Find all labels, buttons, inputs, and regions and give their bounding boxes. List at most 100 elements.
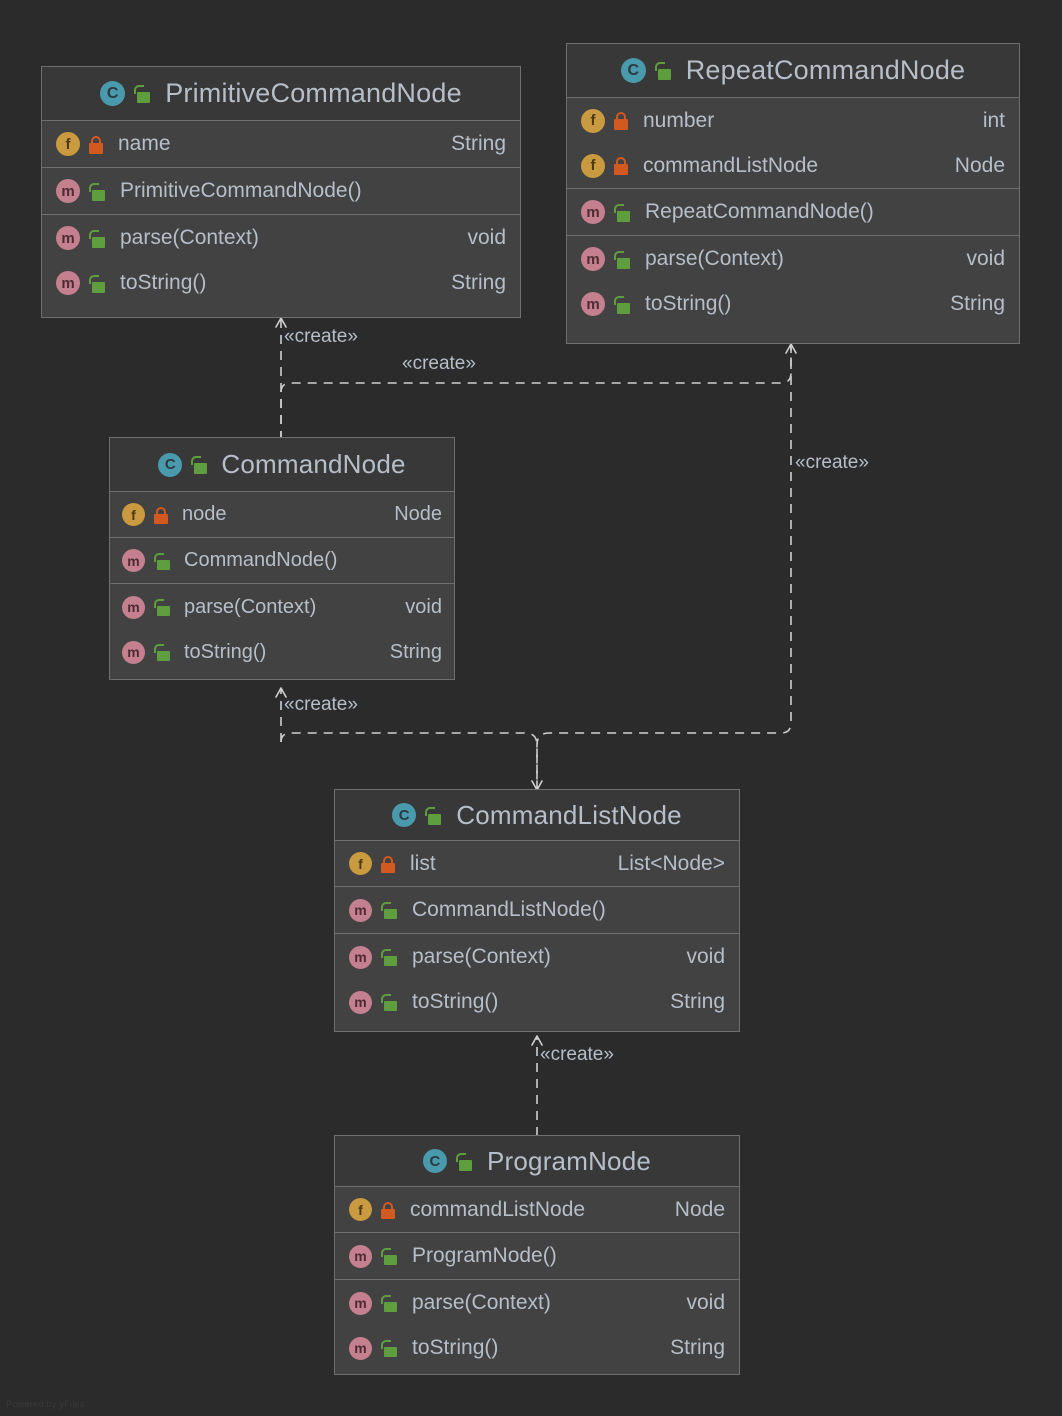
watermark: Powered by yFiles — [6, 1399, 85, 1409]
method-type: void — [966, 247, 1005, 270]
edge-junction-to-commandlistnode — [280, 732, 543, 791]
public-lock-icon — [191, 455, 208, 474]
field-icon: f — [349, 1198, 372, 1221]
method-name: parse(Context) — [412, 945, 551, 968]
method-icon: m — [56, 271, 80, 295]
edge-label-create-primitivecommandnode: «create» — [284, 326, 358, 347]
methods-section-commandlistnode: m parse(Context) void m toString() Strin… — [335, 934, 739, 1024]
field-name: number — [643, 108, 715, 132]
public-lock-icon — [154, 552, 171, 570]
method-row[interactable]: m toString() String — [335, 1326, 739, 1370]
public-lock-icon — [614, 295, 631, 314]
field-type: List<Node> — [617, 851, 725, 875]
method-name: toString() — [412, 990, 499, 1013]
method-type: void — [405, 595, 442, 618]
field-type: int — [982, 108, 1005, 132]
method-name: parse(Context) — [120, 226, 259, 249]
field-row[interactable]: f node Node — [110, 492, 454, 537]
constructor-name: ProgramNode() — [412, 1244, 557, 1267]
public-lock-icon — [154, 643, 171, 661]
method-icon: m — [581, 200, 605, 224]
class-box-programnode[interactable]: C ProgramNode f commandListNode Node m P… — [334, 1135, 740, 1375]
method-row[interactable]: m parse(Context) void — [335, 1280, 739, 1326]
constructor-row[interactable]: m CommandNode() — [110, 538, 454, 583]
edge-label-create-commandnode: «create» — [284, 694, 358, 715]
constructors-section-programnode: m ProgramNode() — [335, 1233, 739, 1280]
method-type: void — [686, 1291, 725, 1314]
constructor-row[interactable]: m CommandListNode() — [335, 887, 739, 933]
method-icon: m — [349, 1244, 372, 1268]
field-type: String — [451, 132, 506, 155]
method-type: String — [451, 271, 506, 294]
public-lock-icon — [381, 1339, 398, 1357]
method-icon: m — [122, 549, 145, 572]
private-lock-icon — [381, 855, 396, 873]
constructors-section-repeatcommandnode: m RepeatCommandNode() — [567, 189, 1019, 236]
method-name: toString() — [645, 292, 732, 315]
method-type: String — [670, 990, 725, 1013]
method-icon: m — [349, 898, 372, 922]
field-icon: f — [581, 108, 605, 133]
field-icon: f — [349, 852, 372, 875]
public-lock-icon — [455, 1152, 473, 1171]
method-row[interactable]: m toString() String — [110, 630, 454, 674]
field-name: name — [118, 132, 171, 155]
private-lock-icon — [614, 156, 629, 175]
class-icon: C — [100, 81, 126, 106]
public-lock-icon — [381, 1294, 398, 1312]
constructor-name: CommandNode() — [184, 549, 338, 571]
method-icon: m — [349, 990, 372, 1014]
method-icon: m — [581, 247, 605, 271]
method-row[interactable]: m toString() String — [335, 980, 739, 1024]
method-icon: m — [349, 945, 372, 969]
method-icon: m — [56, 226, 80, 250]
field-name: commandListNode — [410, 1197, 586, 1221]
private-lock-icon — [614, 111, 629, 130]
field-row[interactable]: f list List<Node> — [335, 841, 739, 886]
class-box-commandnode[interactable]: C CommandNode f node Node m CommandNode(… — [109, 437, 455, 680]
class-icon: C — [392, 803, 417, 827]
class-box-commandlistnode[interactable]: C CommandListNode f list List<Node> m Co… — [334, 789, 740, 1032]
diagram-canvas[interactable]: «create» «create» «create» «create» «cre… — [0, 0, 1062, 1416]
class-box-repeatcommandnode[interactable]: C RepeatCommandNode f number int f comma… — [566, 43, 1020, 344]
class-title: CommandListNode — [456, 799, 682, 830]
edge-label-create-repeatcommandnode-top: «create» — [402, 353, 476, 374]
public-lock-icon — [381, 901, 398, 919]
field-row[interactable]: f commandListNode Node — [567, 143, 1019, 188]
fields-section-commandlistnode: f list List<Node> — [335, 841, 739, 887]
field-icon: f — [122, 503, 145, 526]
method-row[interactable]: m parse(Context) void — [567, 236, 1019, 282]
method-icon: m — [122, 595, 145, 619]
edge-commandnode-to-repeatcommandnode — [280, 343, 797, 440]
class-title: PrimitiveCommandNode — [165, 78, 462, 108]
field-name: commandListNode — [643, 153, 819, 177]
public-lock-icon — [381, 948, 398, 966]
method-row[interactable]: m toString() String — [42, 261, 520, 305]
field-row[interactable]: f number int — [567, 98, 1019, 143]
method-type: void — [686, 945, 725, 968]
method-row[interactable]: m parse(Context) void — [110, 584, 454, 630]
field-row[interactable]: f commandListNode Node — [335, 1187, 739, 1232]
constructor-row[interactable]: m ProgramNode() — [335, 1233, 739, 1279]
method-name: parse(Context) — [412, 1291, 551, 1314]
class-box-primitivecommandnode[interactable]: C PrimitiveCommandNode f name String m P… — [41, 66, 521, 318]
field-row[interactable]: f name String — [42, 121, 520, 167]
method-row[interactable]: m toString() String — [567, 282, 1019, 326]
method-name: toString() — [184, 640, 267, 663]
class-icon: C — [620, 58, 646, 83]
method-row[interactable]: m parse(Context) void — [42, 215, 520, 261]
methods-section-programnode: m parse(Context) void m toString() Strin… — [335, 1280, 739, 1370]
class-header-repeatcommandnode: C RepeatCommandNode — [567, 44, 1019, 98]
method-name: toString() — [120, 271, 207, 294]
method-type: String — [389, 640, 442, 663]
constructor-row[interactable]: m RepeatCommandNode() — [567, 189, 1019, 235]
public-lock-icon — [89, 229, 106, 248]
private-lock-icon — [89, 135, 104, 154]
method-name: parse(Context) — [184, 595, 317, 618]
public-lock-icon — [154, 598, 171, 616]
fields-section-primitivecommandnode: f name String — [42, 121, 520, 168]
field-type: Node — [954, 153, 1005, 177]
method-row[interactable]: m parse(Context) void — [335, 934, 739, 980]
class-icon: C — [158, 452, 183, 477]
constructor-row[interactable]: m PrimitiveCommandNode() — [42, 168, 520, 214]
